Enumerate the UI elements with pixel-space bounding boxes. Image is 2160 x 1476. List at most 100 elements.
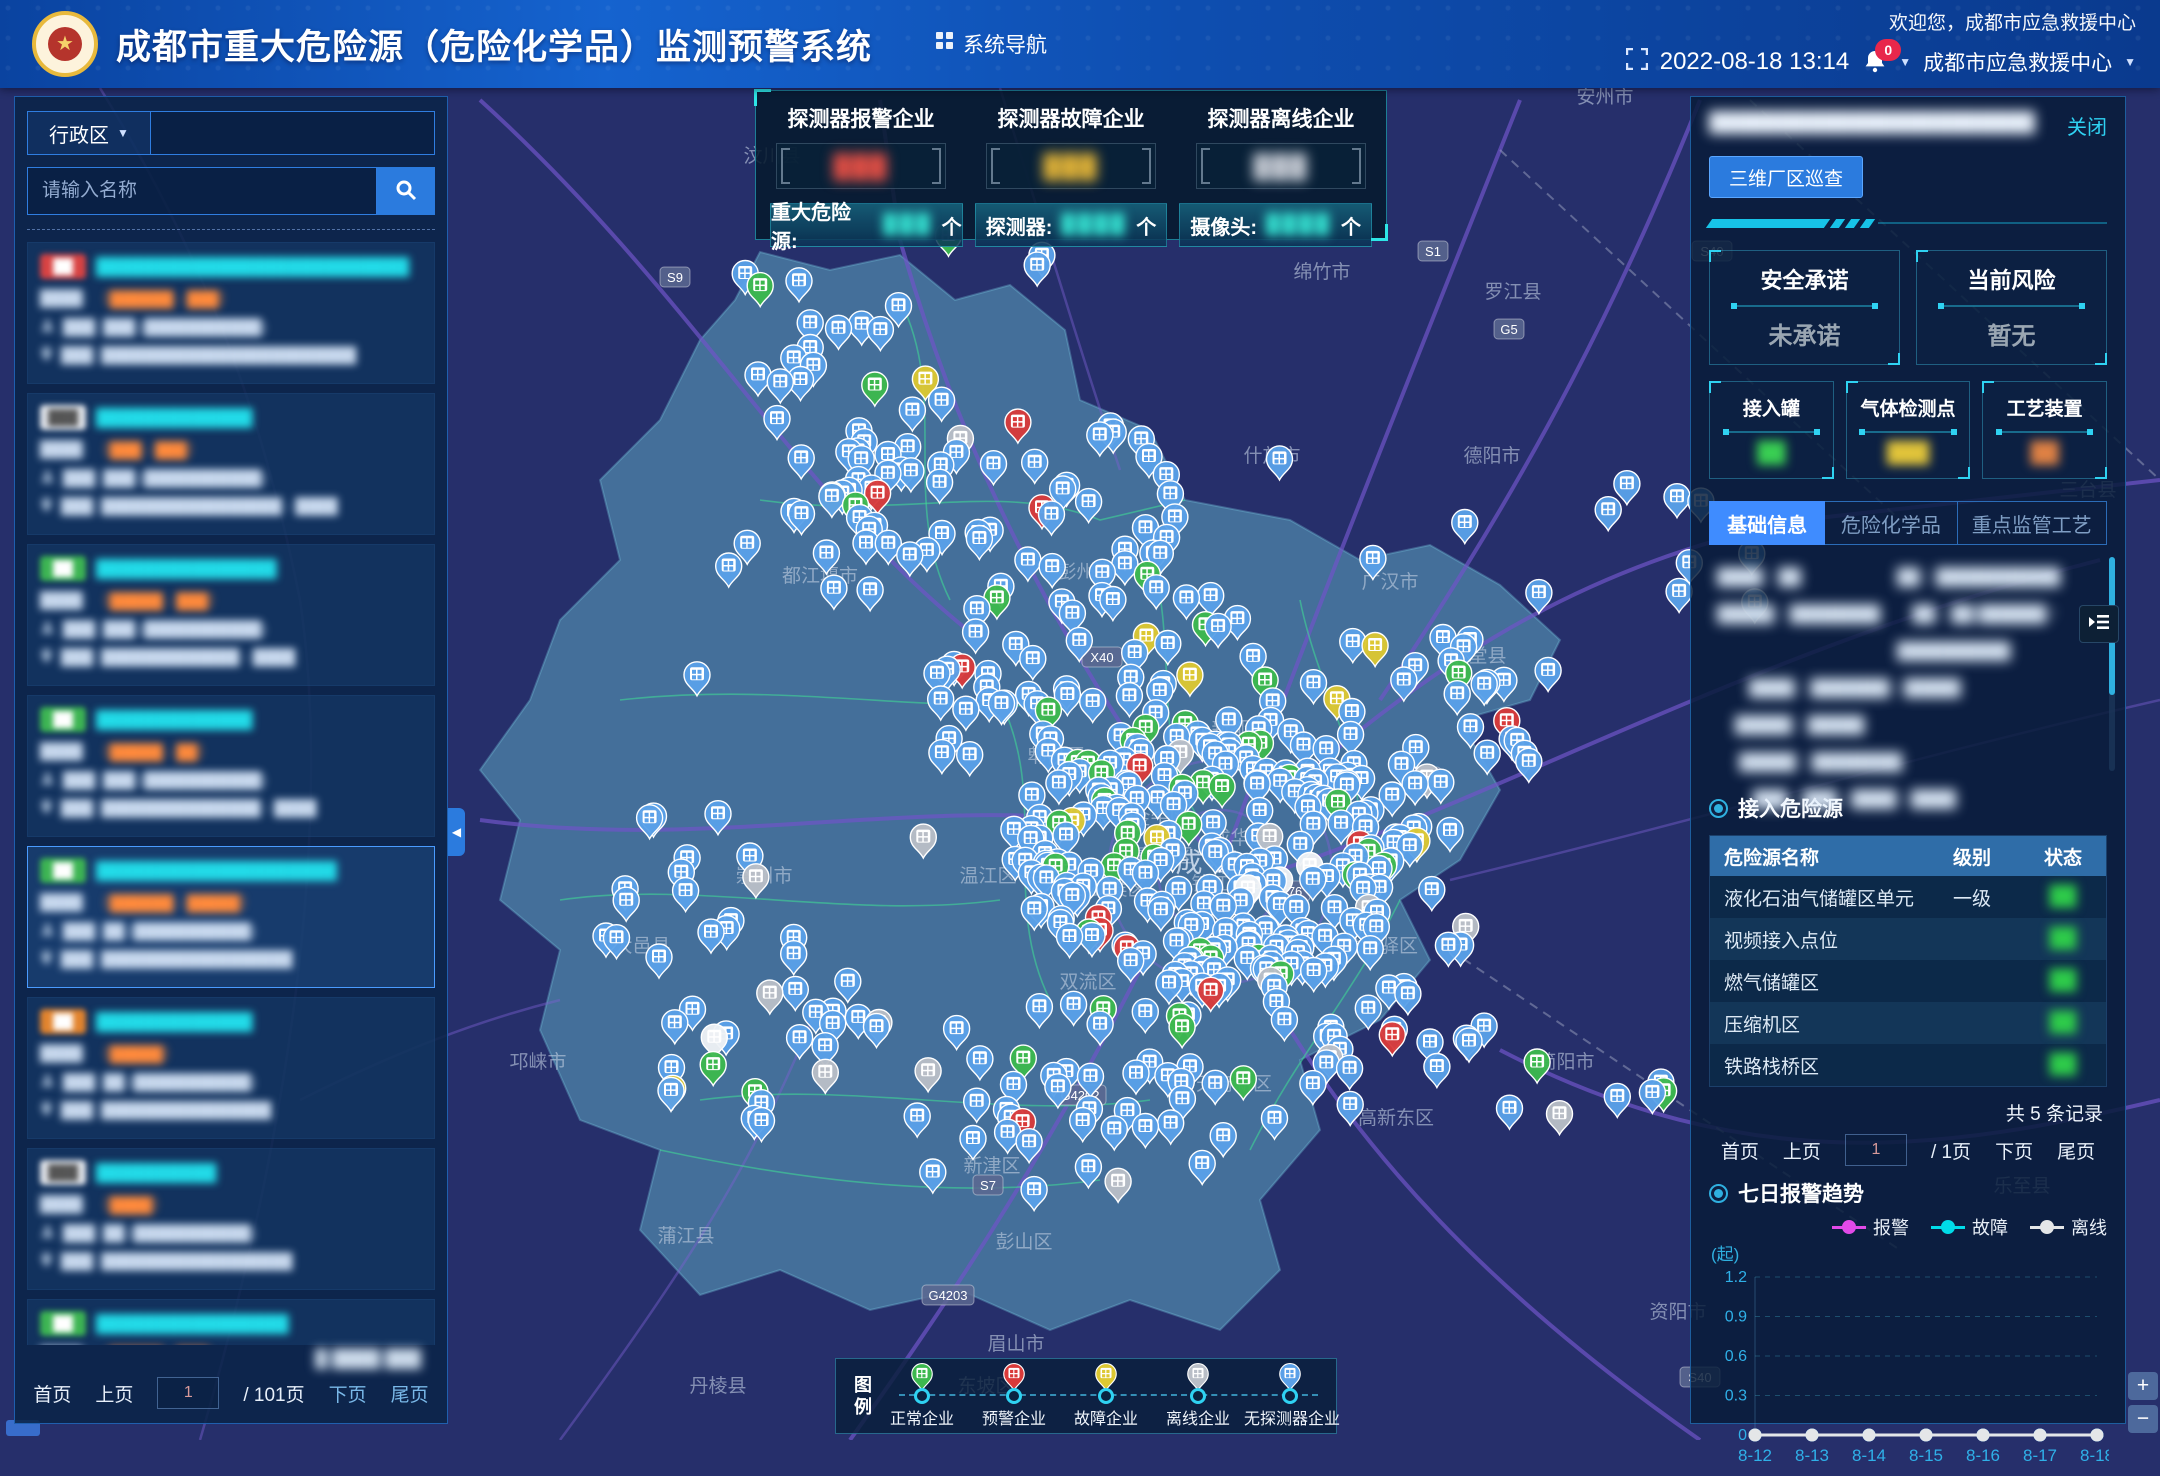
location-pin-icon [40,497,53,516]
last-page-button[interactable]: 尾页 [391,1380,429,1407]
map-label-罗江县: 罗江县 [1484,281,1541,303]
enterprise-card-title: █████████████ [96,710,333,730]
industry-type-row: ████:〔██████ - █████〕 [40,892,422,913]
close-button[interactable]: 关闭 [2067,111,2107,140]
enterprise-card[interactable]: █████████████████:〔████〕███: ██ (███████… [27,1148,435,1290]
prev-page-button[interactable]: 上页 [95,1380,133,1407]
next-page-button[interactable]: 下页 [329,1380,367,1407]
search-icon [395,179,417,204]
asset-counter-label: 重大危险源: [771,196,874,254]
legend-item-离线企业: 离线企业 [1152,1359,1244,1433]
detector-stat-group: 探测器报警企业███ [756,103,966,189]
legend-item-label: 故障企业 [1060,1405,1152,1429]
detector-stat-group: 探测器故障企业███ [966,103,1176,189]
last-page-button[interactable]: 尾页 [2057,1137,2095,1164]
enterprise-card[interactable]: ████████████████████████████████:〔██████… [27,242,435,384]
hazard-table-row[interactable]: 视频接入点位██ [1710,918,2106,960]
fullscreen-icon[interactable] [1626,48,1648,77]
table-header-cell: 级别 [1924,843,2020,870]
scrollbar-track[interactable] [2109,557,2115,771]
asset-counter-value: ████ [1266,214,1332,236]
prev-page-button[interactable]: 上页 [1783,1137,1821,1164]
region-filter-dropdown[interactable]: 行政区 ▼ [27,111,151,155]
legend-item-离线: 离线 [2030,1214,2107,1240]
enterprise-card-title: ████████████████████ [96,861,422,881]
info-field-row: █████：████████ ██：██ ██████ / [1717,600,2107,624]
enterprise-detail-panel: ███████████████████████ 关闭 三维厂区巡查 安全承诺 未… [1690,96,2126,1424]
zoom-in-button[interactable]: + [2128,1372,2158,1400]
factory-3d-patrol-button[interactable]: 三维厂区巡查 [1709,156,1863,198]
legend-item-故障: 故障 [1931,1214,2008,1240]
enterprise-card-title: ███████████████ [96,559,371,579]
safety-promise-label: 安全承诺 [1710,263,1899,295]
equipment-count-box: 接入罐██ [1709,381,1834,479]
legend-node-ring [1282,1388,1298,1404]
grid-icon [936,32,954,56]
chevron-down-icon[interactable]: ▼ [1899,55,1911,69]
search-button[interactable] [377,167,435,215]
address-row: ███: ████████████████████████ [40,346,422,365]
table-pagination: 首页 上页 / 1页 下页 尾页 [1709,1134,2107,1166]
svg-text:0.3: 0.3 [1725,1388,1747,1405]
asset-counter: 探测器:████个 [975,203,1168,247]
enterprise-card[interactable]: ██████████████████████:〔█████ - ███〕███:… [27,1299,435,1345]
detector-stat-value-box: ███ [986,143,1156,189]
panel-expand-button[interactable] [2079,605,2119,643]
status-badge: ███ [40,1160,86,1185]
datetime-text: 2022-08-18 13:14 [1660,48,1850,76]
legend-item-故障企业: 故障企业 [1060,1359,1152,1433]
tab-基础信息[interactable]: 基础信息 [1709,501,1825,545]
zoom-out-button[interactable]: − [2128,1405,2158,1433]
map-label-绵竹市: 绵竹市 [1293,261,1350,283]
hazard-level-cell: 一级 [1924,884,2020,911]
sidebar-collapse-arrow[interactable]: ◀ [448,808,465,856]
current-risk-label: 当前风险 [1917,263,2106,295]
info-field-row: ████：██ ██：███████████ [1717,563,2107,587]
asset-counter-unit: 个 [1136,211,1156,240]
location-pin-icon [40,346,53,365]
first-page-button[interactable]: 首页 [1721,1137,1759,1164]
svg-text:0.6: 0.6 [1725,1348,1747,1365]
table-header-cell: 状态 [2020,843,2106,870]
page-number-input[interactable] [1845,1134,1907,1166]
hazard-table-row[interactable]: 压缩机区██ [1710,1002,2106,1044]
region-value-field[interactable] [151,111,435,155]
enterprise-card[interactable]: ███████████████████:〔█████〕███: ██ (████… [27,997,435,1139]
detector-stat-label: 探测器报警企业 [756,103,966,133]
status-badge: ██ [40,707,86,732]
hazard-table-row[interactable]: 燃气储罐区██ [1710,960,2106,1002]
notification-bell-icon[interactable]: 0 [1861,49,1887,75]
page-number-input[interactable] [157,1377,219,1409]
system-nav-button[interactable]: 系统导航 [936,29,1047,59]
legend-item-label: 正常企业 [876,1405,968,1429]
tech-divider [1709,218,2107,228]
status-badge: ██ [40,1311,86,1336]
enterprise-card[interactable]: ██████████████████████████:〔██████ - ███… [27,846,435,988]
next-page-button[interactable]: 下页 [1995,1137,2033,1164]
detector-stat-value: ███ [1044,153,1099,180]
first-page-button[interactable]: 首页 [33,1380,71,1407]
equipment-count-value: ██ [1983,442,2106,465]
contact-row: ███: ██ (███████████) [40,922,422,941]
enterprise-card-title: █████████████ [96,1012,333,1032]
system-nav-label: 系统导航 [963,29,1047,59]
chevron-down-icon[interactable]: ▼ [2124,55,2136,69]
person-icon [40,922,55,941]
org-dropdown[interactable]: 成都市应急救援中心 [1923,47,2112,77]
tab-危险化学品[interactable]: 危险化学品 [1825,501,1957,545]
tab-重点监管工艺[interactable]: 重点监管工艺 [1958,501,2107,545]
enterprise-card[interactable]: █████████████████████:〔█████ - ███〕███: … [27,544,435,686]
hazard-table-row[interactable]: 液化石油气储罐区单元一级██ [1710,876,2106,918]
table-header-cell: 危险源名称 [1710,843,1924,870]
status-badge: ██ [40,254,86,279]
hazard-table-row[interactable]: 铁路栈桥区██ [1710,1044,2106,1086]
svg-text:8-12: 8-12 [1738,1446,1772,1465]
enterprise-card[interactable]: ███████████████████:〔█████ - ██〕███: ███… [27,695,435,837]
enterprise-card-title: ██████████████████████████ [96,257,422,277]
asset-counter-unit: 个 [942,211,962,240]
seven-day-trend-chart: 报警故障离线 (起) 00.30.60.91.28-128-138-148-15… [1709,1214,2107,1476]
enterprise-card[interactable]: ████████████████████:〔███ - ███〕███: ███… [27,393,435,535]
search-input[interactable] [27,167,377,215]
status-badge: ██ [40,556,86,581]
app-header: ★ 成都市重大危险源（危险化学品）监测预警系统 系统导航 欢迎您，成都市应急救援… [0,0,2160,88]
